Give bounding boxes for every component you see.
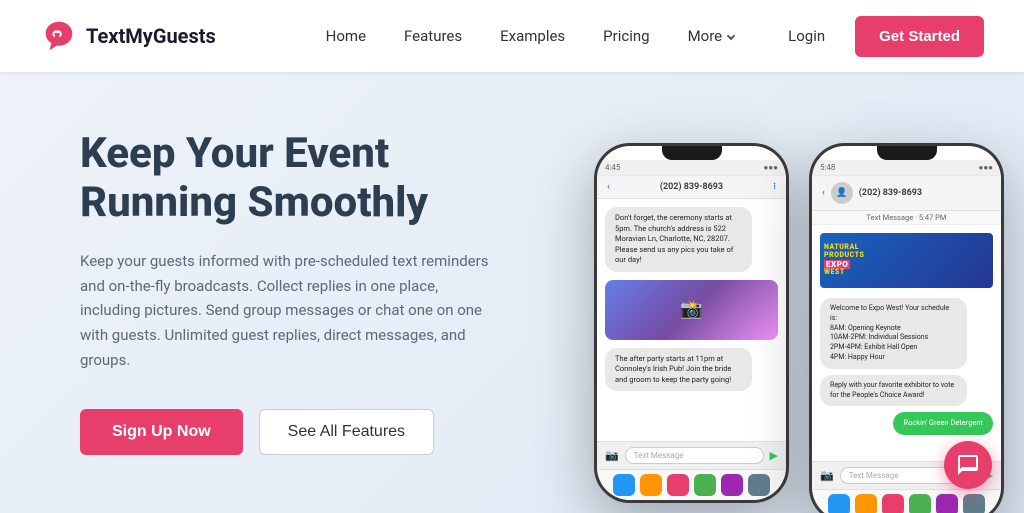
hero-title: Keep Your Event Running Smoothly (80, 130, 540, 227)
app-icon (748, 474, 770, 496)
expo-image: NATURAL PRODUCTS EXPO WEST (820, 233, 993, 288)
chevron-down-icon (727, 32, 735, 40)
app-icon (855, 494, 877, 513)
hero-description: Keep your guests informed with pre-sched… (80, 249, 500, 373)
phone-notch-1 (662, 146, 722, 160)
sms-input-1[interactable]: Text Message (625, 447, 764, 464)
phone-status-bar-2: 5:48 ●●● (812, 160, 1001, 176)
logo[interactable]: TextMyGuests (40, 17, 216, 55)
chat-msg-1: Don't forget, the ceremony starts at 5pm… (605, 207, 752, 272)
chat-msg-4: Reply with your favorite exhibitor to vo… (820, 375, 967, 407)
app-icon (667, 474, 689, 496)
chat-icon (956, 453, 980, 477)
phone-header-2: ‹ 👤 (202) 839-8693 (812, 176, 1001, 211)
get-started-button[interactable]: Get Started (855, 16, 984, 57)
chat-area-1: Don't forget, the ceremony starts at 5pm… (597, 199, 786, 441)
chat-area-2: NATURAL PRODUCTS EXPO WEST Welcome to Ex… (812, 225, 1001, 461)
chat-fab-button[interactable] (944, 441, 992, 489)
phone-screen-1: 4:45 ●●● ‹ (202) 839-8693 ⁝ Don't forget… (597, 146, 786, 500)
chat-msg-sent: Rockin' Green Detergent (893, 412, 993, 435)
app-tray-2 (812, 489, 1001, 513)
phone-footer-1: 📷 Text Message ▶ (597, 441, 786, 469)
brand-name: TextMyGuests (86, 24, 216, 48)
app-icon (640, 474, 662, 496)
hero-buttons: Sign Up Now See All Features (80, 409, 540, 455)
nav-pricing[interactable]: Pricing (587, 19, 665, 53)
chat-msg-2: The after party starts at 11pm at Connol… (605, 348, 752, 392)
app-icon (694, 474, 716, 496)
nav-home[interactable]: Home (310, 19, 382, 53)
app-icon (721, 474, 743, 496)
app-icon (613, 474, 635, 496)
nav-more[interactable]: More (672, 19, 751, 53)
phone-notch-2 (877, 146, 937, 160)
phone-header-1: ‹ (202) 839-8693 ⁝ (597, 176, 786, 199)
nav-login[interactable]: Login (770, 19, 843, 53)
nav-links: Home Features Examples Pricing More (310, 19, 750, 53)
hero-section: Keep Your Event Running Smoothly Keep yo… (0, 72, 1024, 513)
app-icon (828, 494, 850, 513)
app-icon (882, 494, 904, 513)
camera-icon-2: 📷 (820, 469, 834, 482)
chat-msg-3: Welcome to Expo West! Your schedule is: … (820, 298, 967, 369)
app-tray-1 (597, 469, 786, 500)
signup-button[interactable]: Sign Up Now (80, 409, 243, 455)
app-icon (936, 494, 958, 513)
phone-mockup-1: 4:45 ●●● ‹ (202) 839-8693 ⁝ Don't forget… (594, 143, 789, 503)
send-icon-1: ▶ (770, 449, 778, 462)
app-icon (963, 494, 985, 513)
contact-avatar: 👤 (831, 182, 853, 204)
hero-phones: 4:45 ●●● ‹ (202) 839-8693 ⁝ Don't forget… (594, 143, 1004, 513)
camera-icon: 📷 (605, 449, 619, 462)
phone-status-bar-1: 4:45 ●●● (597, 160, 786, 176)
navbar: TextMyGuests Home Features Examples Pric… (0, 0, 1024, 72)
logo-icon (40, 17, 78, 55)
nav-features[interactable]: Features (388, 19, 478, 53)
app-icon (909, 494, 931, 513)
hero-content: Keep Your Event Running Smoothly Keep yo… (80, 130, 540, 454)
nav-examples[interactable]: Examples (484, 19, 581, 53)
message-type-label: Text Message · 5:47 PM (812, 211, 1001, 225)
features-button[interactable]: See All Features (259, 409, 434, 455)
chat-image-1: 📸 (605, 280, 778, 340)
